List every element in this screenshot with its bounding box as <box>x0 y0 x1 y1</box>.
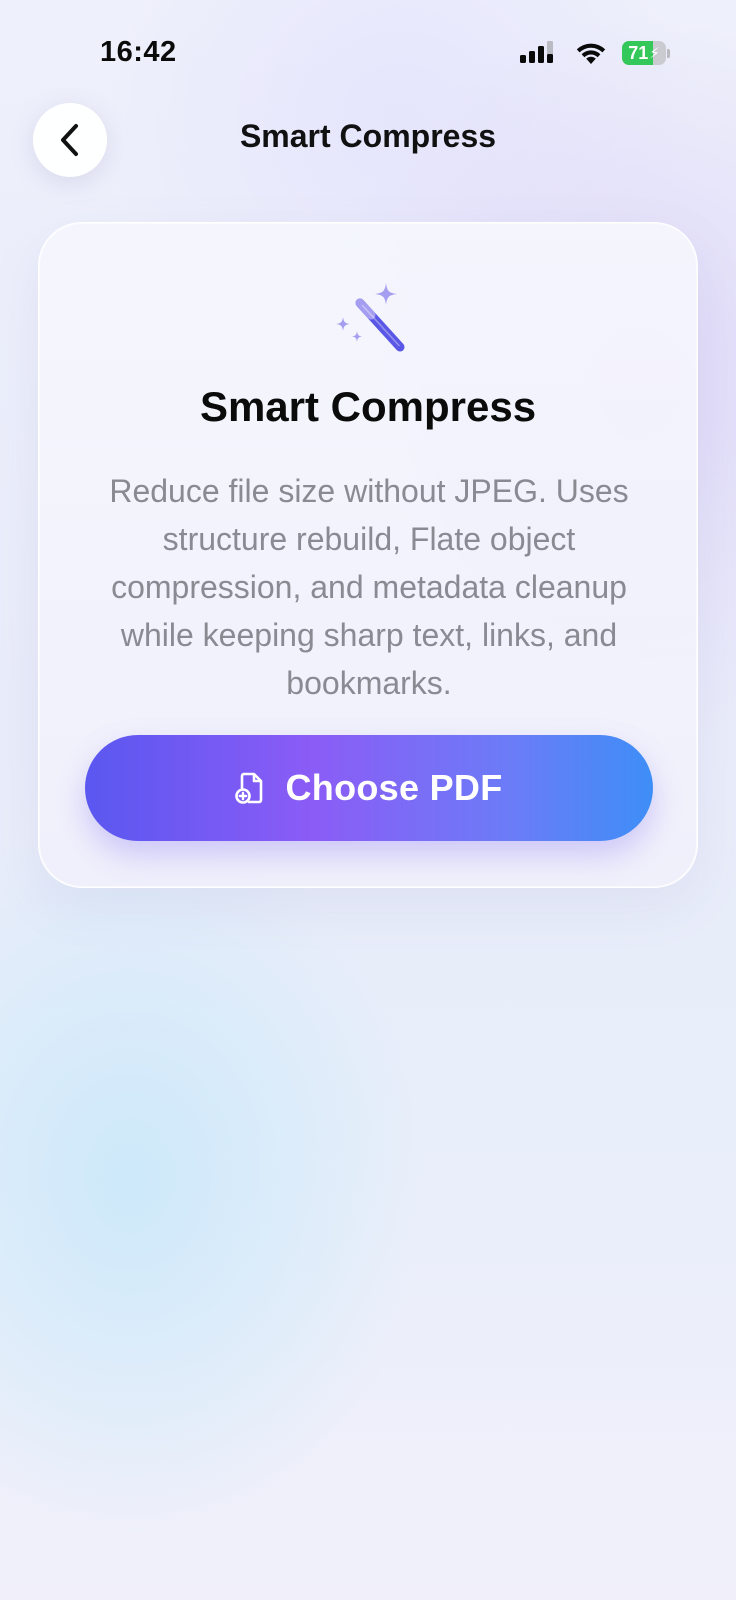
wifi-icon <box>576 43 606 64</box>
magic-wand-sparkles-icon <box>336 283 405 352</box>
status-bar: 16:42 71 ⚡ <box>0 0 736 100</box>
charging-bolt-icon: ⚡ <box>649 44 660 62</box>
choose-pdf-label: Choose PDF <box>285 767 503 808</box>
card-description: Reduce file size without JPEG. Uses stru… <box>109 473 629 701</box>
battery-icon: 71 ⚡ <box>622 40 670 66</box>
signal-icon <box>520 41 553 63</box>
battery-cap <box>667 48 670 58</box>
card-title: Smart Compress <box>199 383 537 430</box>
smart-compress-card: Smart Compress Reduce file size without … <box>38 222 698 888</box>
battery-level: 71 ⚡ <box>622 41 666 65</box>
status-icons: 71 ⚡ <box>520 38 670 68</box>
status-time: 16:42 <box>100 36 177 68</box>
battery-percent: 71 <box>628 43 649 63</box>
page-title: Smart Compress <box>239 118 497 154</box>
document-add-icon <box>235 772 263 804</box>
choose-pdf-button[interactable]: Choose PDF <box>85 735 653 841</box>
